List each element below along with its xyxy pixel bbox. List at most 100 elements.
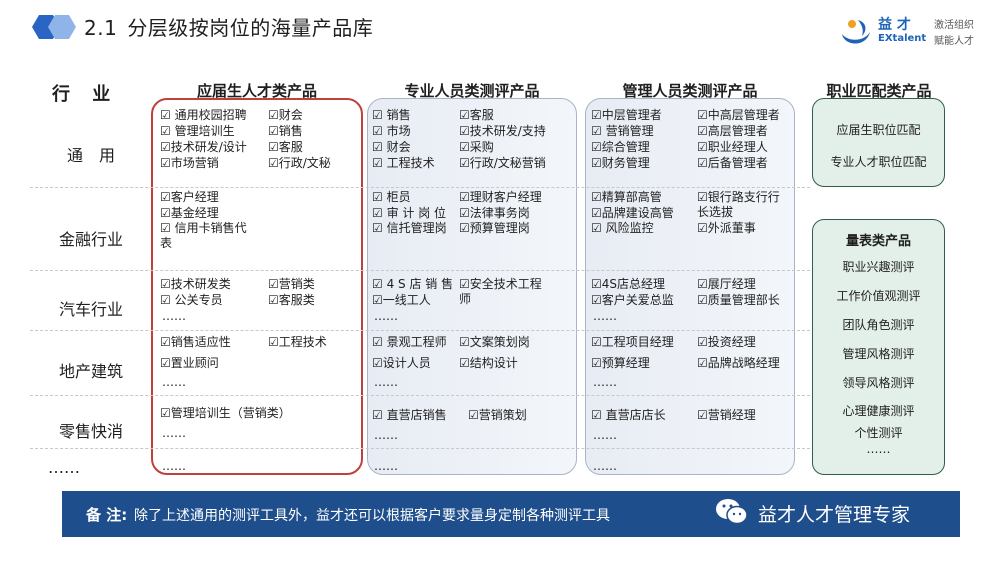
list-item: ☑ 公关专员: [160, 293, 223, 307]
list-item: 管理风格测评: [842, 347, 915, 361]
list-item: ☑品牌建设高管: [591, 206, 674, 220]
list-item: ☑采购: [459, 140, 494, 154]
row-divider: [30, 395, 810, 396]
list-item: ☑精算部高管: [591, 190, 662, 204]
list-item: ……: [162, 309, 186, 323]
list-item: ☑行政/文秘: [268, 156, 331, 170]
list-item: ☑技术研发/支持: [459, 124, 546, 138]
list-item: ☑理财客户经理: [459, 190, 542, 204]
note-text: 除了上述通用的测评工具外，益才还可以根据客户要求量身定制各种测评工具: [134, 508, 610, 524]
row-label-automotive: 汽车行业: [58, 300, 123, 319]
list-item: ☑工程项目经理: [591, 335, 674, 349]
list-item: ☑客服类: [268, 293, 315, 307]
row-label-retail: 零售快消: [58, 422, 123, 441]
list-item: ……: [593, 309, 617, 323]
list-item: ☑中高层管理者: [697, 108, 780, 122]
row-divider: [30, 330, 810, 331]
list-item: ☑品牌战略经理: [697, 356, 780, 370]
list-item: ……: [593, 375, 617, 389]
list-item: ☑银行路支行行长选拔: [697, 190, 780, 219]
list-item: ☑ 营销管理: [591, 124, 654, 138]
list-item: ☑财会: [268, 108, 303, 122]
brand-name: 益 才: [878, 17, 911, 33]
list-item: 职业兴趣测评: [842, 260, 915, 274]
list-item: ……: [374, 309, 398, 323]
wechat-account-name: 益才人才管理专家: [758, 504, 911, 526]
scale-products-title: 量表类产品: [845, 234, 911, 249]
list-item: ……: [374, 428, 398, 442]
list-item: ☑营销策划: [468, 408, 527, 422]
extalent-logo-icon: [842, 20, 870, 44]
hexagon-logo-icon: [32, 15, 76, 39]
list-item: 心理健康测评: [842, 404, 915, 418]
list-item: ☑ 销售: [372, 108, 411, 122]
list-item: ☑投资经理: [697, 335, 756, 349]
list-item: 专业人才职位匹配: [830, 155, 927, 169]
list-item: ☑营销经理: [697, 408, 756, 422]
note-label: 备 注:: [86, 506, 128, 524]
brand-slogan: 赋能人才: [934, 36, 974, 47]
list-item: 个性测评: [854, 426, 903, 440]
list-item: ☑展厅经理: [697, 277, 756, 291]
list-item: ☑ 风险监控: [591, 221, 654, 235]
list-item: ☑4S店总经理: [591, 277, 666, 291]
list-item: 领导风格测评: [842, 376, 915, 390]
list-item: ☑ 柜员: [372, 190, 411, 204]
list-item: ☑文案策划岗: [459, 335, 530, 349]
page-title: 2.1 分层级按岗位的海量产品库: [84, 16, 374, 40]
list-item: ☑客户经理: [160, 190, 219, 204]
list-item: ☑ 审 计 岗 位: [372, 206, 447, 220]
list-item: ☑高层管理者: [697, 124, 768, 138]
list-item: ☑ 4 S 店 销 售: [372, 277, 454, 291]
list-item: ☑ 直营店销售: [372, 408, 447, 422]
list-item: ☑客户关爱总监: [591, 293, 674, 307]
list-item: ☑质量管理部长: [697, 293, 780, 307]
list-item: ……: [162, 459, 186, 473]
row-divider: [30, 187, 810, 188]
list-item: ☑财务管理: [591, 156, 650, 170]
list-item: ☑销售适应性: [160, 335, 231, 349]
list-item: ☑ 管理培训生: [160, 124, 235, 138]
list-item: ☑ 信托管理岗: [372, 221, 447, 235]
list-item: ☑职业经理人: [697, 140, 768, 154]
list-item: ☑客服: [459, 108, 494, 122]
list-item: ☑ 财会: [372, 140, 411, 154]
job-matching-box: 应届生职位匹配 专业人才职位匹配: [812, 98, 945, 187]
brand-name-en: EXtalent: [878, 33, 927, 44]
list-item: ……: [374, 459, 398, 473]
list-item: ☑销售: [268, 124, 303, 138]
industry-header: 行 业: [52, 84, 119, 105]
list-item: ☑ 景观工程师: [372, 335, 447, 349]
list-item: ……: [866, 442, 891, 456]
list-item: ☑基金经理: [160, 206, 219, 220]
row-label-finance: 金融行业: [58, 230, 123, 249]
row-label-real-estate: 地产建筑: [58, 362, 123, 381]
list-item: ☑ 通用校园招聘: [160, 108, 247, 122]
list-item: ☑行政/文秘营销: [459, 156, 546, 170]
list-item: ☑预算管理岗: [459, 221, 530, 235]
list-item: ☑一线工人: [372, 293, 431, 307]
list-item: ……: [162, 375, 186, 389]
list-item: ……: [593, 459, 617, 473]
row-divider: [30, 448, 810, 449]
list-item: ☑技术研发/设计: [160, 140, 247, 154]
list-item: ☑市场营销: [160, 156, 219, 170]
list-item: ☑ 直营店店长: [591, 408, 666, 422]
row-divider: [30, 270, 810, 271]
list-item: ☑设计人员: [372, 356, 431, 370]
list-item: ……: [593, 428, 617, 442]
list-item: ☑ 市场: [372, 124, 411, 138]
list-item: ☑客服: [268, 140, 303, 154]
list-item: ☑后备管理者: [697, 156, 768, 170]
scale-products-box: 量表类产品 职业兴趣测评 工作价值观测评 团队角色测评 管理风格测评 领导风格测…: [812, 219, 945, 475]
list-item: ☑结构设计: [459, 356, 518, 370]
list-item: ☑工程技术: [268, 335, 327, 349]
list-item: ☑外派董事: [697, 221, 756, 235]
list-item: ☑中层管理者: [591, 108, 662, 122]
list-item: ☑法律事务岗: [459, 206, 530, 220]
brand-logo: 益 才 EXtalent 激活组织 赋能人才: [838, 14, 988, 50]
list-item: ☑营销类: [268, 277, 315, 291]
list-item: ☑ 信用卡销售代表: [160, 221, 247, 250]
list-item: ☑预算经理: [591, 356, 650, 370]
list-item: ……: [374, 375, 398, 389]
